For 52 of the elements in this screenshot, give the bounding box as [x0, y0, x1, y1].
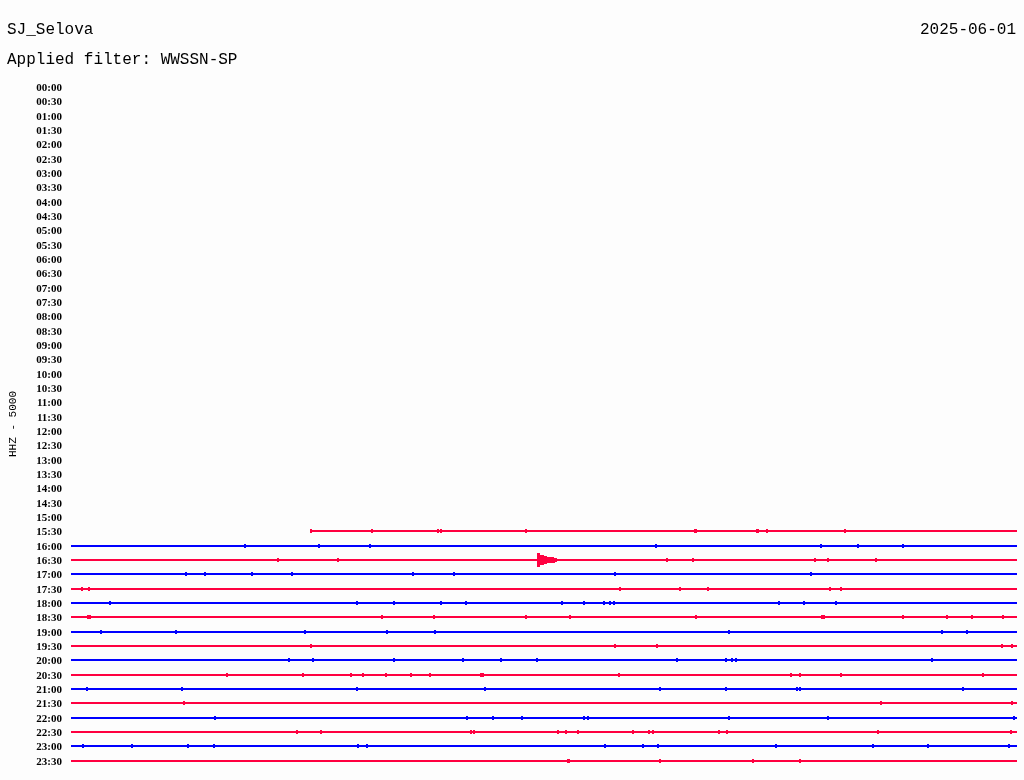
- time-label: 23:00: [35, 740, 62, 753]
- time-label: 22:00: [35, 711, 62, 724]
- filter-label: Applied filter: WWSSN-SP: [6, 50, 239, 70]
- time-label: 13:00: [35, 453, 62, 466]
- time-label: 19:00: [35, 625, 62, 638]
- time-label: 06:00: [35, 253, 62, 266]
- time-label: 22:30: [35, 725, 62, 738]
- time-label: 09:00: [35, 339, 62, 352]
- time-label: 14:30: [35, 496, 62, 509]
- time-label: 10:00: [35, 367, 62, 380]
- time-label: 05:30: [35, 238, 62, 251]
- time-label: 16:30: [35, 554, 62, 566]
- time-label: 20:30: [35, 668, 62, 681]
- time-label: 18:30: [35, 611, 62, 624]
- time-label: 02:30: [35, 152, 62, 165]
- time-label: 07:30: [35, 296, 62, 309]
- time-label: 06:30: [35, 267, 62, 280]
- time-label: 00:30: [35, 95, 62, 108]
- time-label: 03:30: [35, 181, 62, 194]
- time-label: 14:00: [35, 482, 62, 495]
- time-label: 23:30: [35, 754, 62, 767]
- time-label: 11:30: [35, 410, 62, 423]
- time-label: 19:30: [35, 639, 62, 652]
- time-label: 11:00: [35, 396, 62, 409]
- station-name: SJ_Selova: [7, 20, 94, 40]
- time-label: 12:30: [35, 439, 62, 452]
- time-label: 10:30: [35, 382, 62, 395]
- time-label: 01:30: [35, 124, 62, 137]
- time-label: 04:00: [35, 195, 62, 208]
- time-label: 08:30: [35, 324, 62, 337]
- time-label: 12:00: [35, 425, 62, 438]
- time-label: 04:30: [35, 210, 62, 223]
- time-label: 21:30: [35, 697, 62, 710]
- time-label: 09:30: [35, 353, 62, 366]
- date: 2025-06-01: [920, 20, 1016, 40]
- time-label: 08:00: [35, 310, 62, 323]
- time-label: 05:00: [35, 224, 62, 237]
- time-label: 15:00: [35, 511, 62, 523]
- time-label: 01:00: [35, 109, 62, 122]
- time-label: 18:00: [35, 596, 62, 609]
- time-label: 03:00: [35, 167, 62, 180]
- axis-label: HHZ - 5000: [7, 390, 19, 457]
- time-label: 20:00: [35, 654, 62, 667]
- time-label: 00:00: [35, 81, 62, 94]
- time-label: 17:30: [35, 582, 62, 595]
- time-label: 15:30: [35, 525, 62, 538]
- time-label: 21:00: [35, 682, 62, 695]
- time-label: 16:00: [35, 539, 62, 552]
- time-label: 07:00: [35, 281, 62, 294]
- time-label: 02:00: [35, 138, 62, 151]
- time-label: 13:30: [35, 468, 62, 480]
- time-label: 17:00: [35, 568, 62, 581]
